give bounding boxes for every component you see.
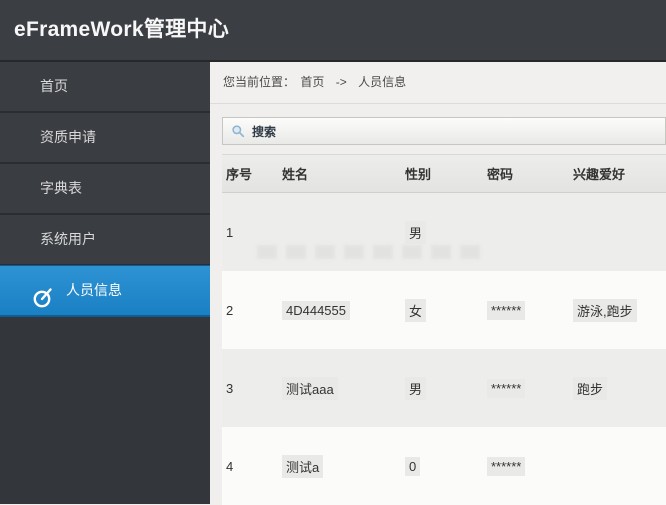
cell-password: ****** xyxy=(483,378,569,398)
sidebar-item-label: 字典表 xyxy=(40,180,82,196)
cell-gender: 女 xyxy=(401,298,483,322)
cell-password xyxy=(483,224,569,240)
sidebar-item-personnel-info[interactable]: 人员信息 xyxy=(0,265,210,317)
main-content: 您当前位置： 首页 -> 人员信息 搜索 序号 姓名 性别 密码 兴趣爱好 1 … xyxy=(210,62,666,505)
table-row[interactable]: 1 男 xyxy=(222,193,666,271)
gauge-icon xyxy=(31,280,53,308)
cell-name: 测试a xyxy=(278,454,401,478)
cell-password: ****** xyxy=(483,456,569,476)
sidebar-item-home[interactable]: 首页 xyxy=(0,62,210,113)
breadcrumb-link-home[interactable]: 首页 xyxy=(300,75,324,89)
cell-gender: 男 xyxy=(401,220,483,244)
cell-name: 测试aaa xyxy=(278,376,401,400)
cell-password: ****** xyxy=(483,300,569,320)
cell-hobby xyxy=(569,224,666,240)
sidebar-item-label: 人员信息 xyxy=(66,282,122,298)
breadcrumb-prefix: 您当前位置： xyxy=(223,75,296,89)
app-header: eFrameWork管理中心 xyxy=(0,0,666,62)
cell-hobby xyxy=(569,458,666,474)
table-header-row: 序号 姓名 性别 密码 兴趣爱好 xyxy=(222,154,666,193)
column-header-gender: 性别 xyxy=(405,167,432,182)
table-row[interactable]: 2 4D444555 女 ****** 游泳,跑步 xyxy=(222,271,666,349)
sidebar: 首页 资质申请 字典表 系统用户 人员信息 xyxy=(0,62,210,504)
search-toggle-bar[interactable]: 搜索 xyxy=(222,117,666,145)
cell-gender: 男 xyxy=(401,376,483,400)
app-title: eFrameWork管理中心 xyxy=(14,18,230,41)
personnel-table: 序号 姓名 性别 密码 兴趣爱好 1 男 2 4D444555 女 ******… xyxy=(222,154,666,505)
cell-gender: 0 xyxy=(401,456,483,476)
breadcrumb-current-page: 人员信息 xyxy=(358,75,407,89)
column-header-password: 密码 xyxy=(487,167,514,182)
cell-no: 2 xyxy=(226,302,234,318)
sidebar-item-label: 首页 xyxy=(40,78,68,94)
cell-hobby: 游泳,跑步 xyxy=(569,298,666,322)
cell-name xyxy=(278,224,401,240)
cell-no: 4 xyxy=(226,458,234,474)
cell-hobby: 跑步 xyxy=(569,376,666,400)
cell-no: 3 xyxy=(226,380,234,396)
sidebar-item-label: 系统用户 xyxy=(40,231,96,247)
column-header-no: 序号 xyxy=(226,167,253,182)
sidebar-item-label: 资质申请 xyxy=(40,129,96,145)
sidebar-item-system-users[interactable]: 系统用户 xyxy=(0,215,210,266)
sidebar-item-dictionary[interactable]: 字典表 xyxy=(0,164,210,215)
magnifier-icon xyxy=(232,125,245,138)
watermark-artifact xyxy=(257,245,482,259)
column-header-hobby: 兴趣爱好 xyxy=(573,167,626,182)
breadcrumb-separator: -> xyxy=(335,75,347,89)
cell-no: 1 xyxy=(226,224,234,240)
cell-name: 4D444555 xyxy=(278,300,401,320)
column-header-name: 姓名 xyxy=(282,167,309,182)
table-row[interactable]: 3 测试aaa 男 ****** 跑步 xyxy=(222,349,666,427)
table-row[interactable]: 4 测试a 0 ****** xyxy=(222,427,666,505)
search-label: 搜索 xyxy=(252,124,277,139)
breadcrumb: 您当前位置： 首页 -> 人员信息 xyxy=(210,62,666,104)
sidebar-item-qualification-apply[interactable]: 资质申请 xyxy=(0,113,210,164)
